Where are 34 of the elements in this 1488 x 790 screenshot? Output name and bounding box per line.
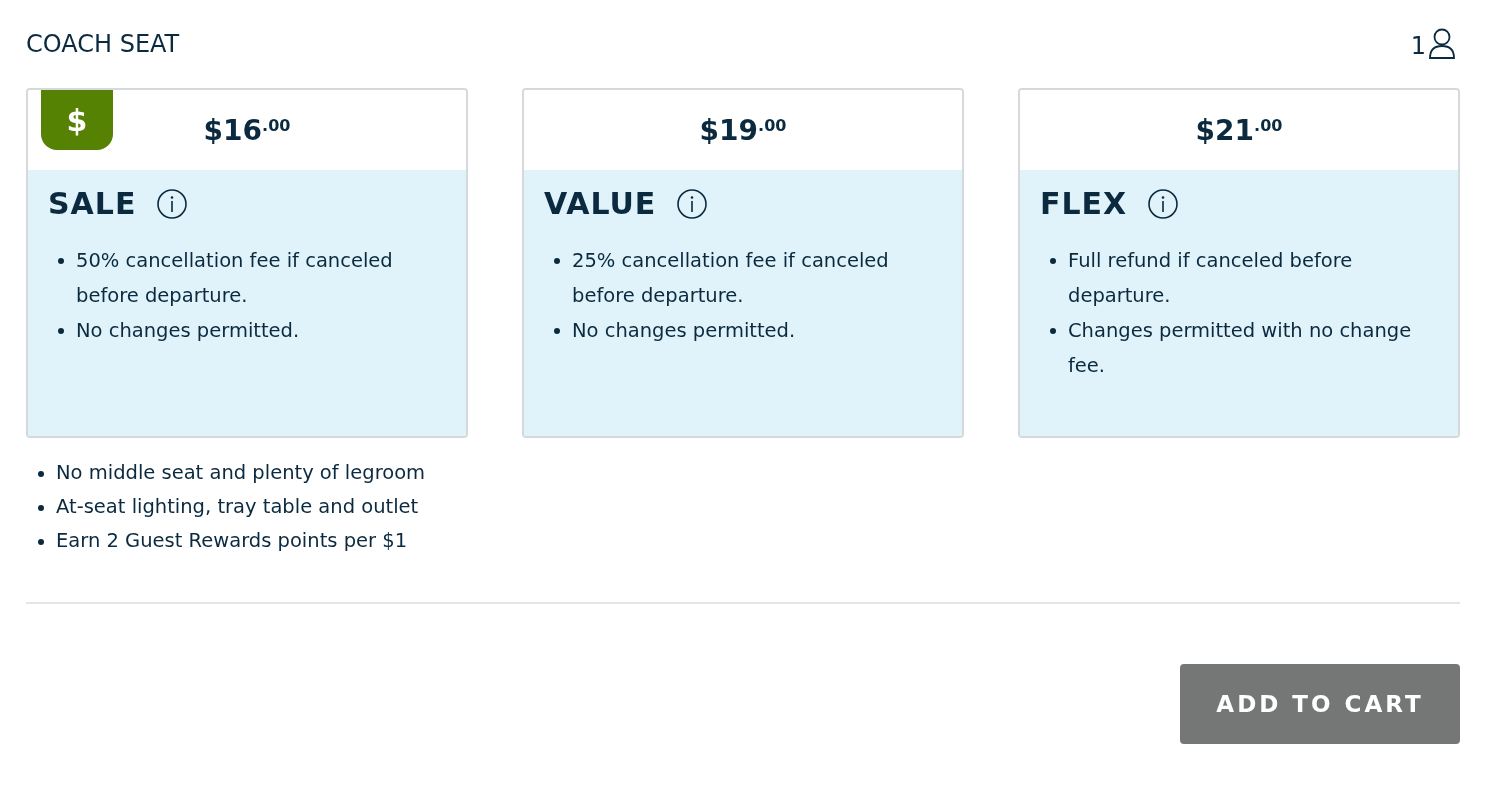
- feature-item: At-seat lighting, tray table and outlet: [56, 494, 419, 520]
- passenger-count: 1: [1410, 32, 1426, 60]
- bullet-icon: [38, 471, 44, 477]
- bullet-icon: [38, 539, 44, 545]
- price-dollars: $21: [1195, 113, 1255, 147]
- info-icon[interactable]: [676, 187, 709, 220]
- bullet-icon: [58, 328, 64, 334]
- price-cents: .00: [262, 115, 291, 135]
- feature-item: No middle seat and plenty of legroom: [56, 460, 426, 486]
- fare-term: No changes permitted.: [76, 318, 300, 344]
- info-icon[interactable]: [156, 187, 189, 220]
- fare-name: VALUE: [544, 186, 657, 221]
- fare-term: No changes permitted.: [572, 318, 796, 344]
- bullet-icon: [1050, 328, 1056, 334]
- bullet-icon: [38, 505, 44, 511]
- feature-item: Earn 2 Guest Rewards points per $1: [56, 528, 408, 554]
- fare-term: 25% cancellation fee if canceled before departure.: [572, 248, 890, 309]
- info-icon[interactable]: [1147, 187, 1180, 220]
- sale-badge: $: [41, 90, 113, 150]
- price-dollars: $19: [699, 113, 759, 147]
- fare-name: FLEX: [1040, 186, 1128, 221]
- bullet-icon: [554, 328, 560, 334]
- section-title: COACH SEAT: [26, 30, 180, 58]
- person-icon: [1428, 28, 1456, 60]
- fare-term: Changes permitted with no change fee.: [1068, 318, 1413, 379]
- bullet-icon: [58, 258, 64, 264]
- price-dollars: $16: [203, 113, 263, 147]
- fare-term: 50% cancellation fee if canceled before departure.: [76, 248, 394, 309]
- fare-term: Full refund if canceled before departure.: [1068, 248, 1354, 309]
- price-cents: .00: [758, 115, 787, 135]
- fare-name: SALE: [48, 186, 137, 221]
- price-cents: .00: [1254, 115, 1283, 135]
- bullet-icon: [1050, 258, 1056, 264]
- bullet-icon: [554, 258, 560, 264]
